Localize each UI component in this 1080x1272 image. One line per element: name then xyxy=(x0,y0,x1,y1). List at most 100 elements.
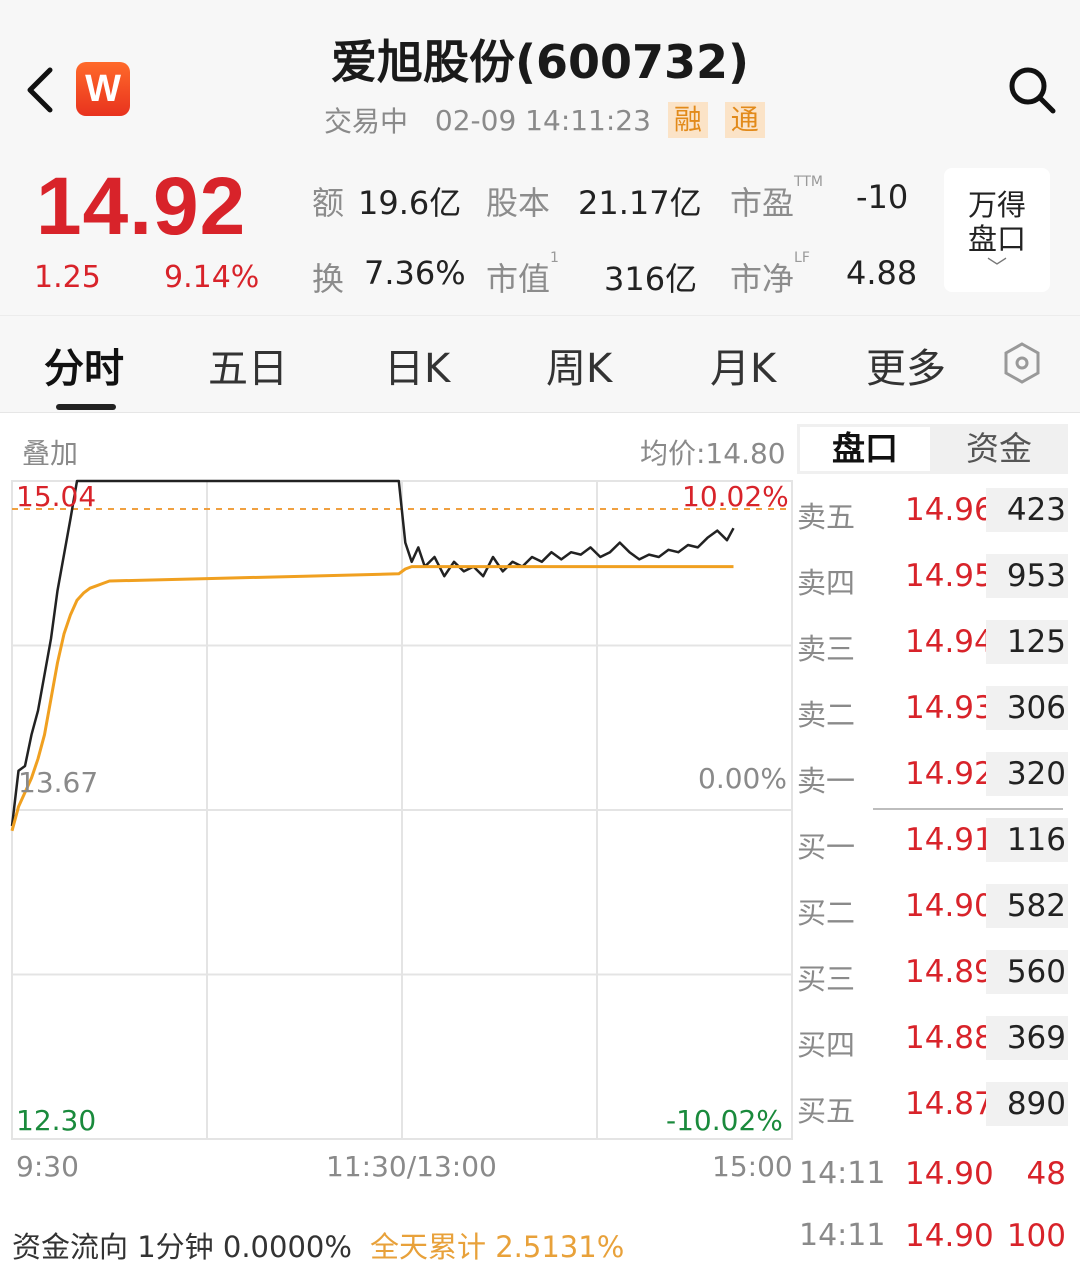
pct-axis-top: 10.02% xyxy=(682,480,789,513)
bid-row: 买一 14.91 116 xyxy=(797,816,1072,866)
time-axis-open: 9:30 xyxy=(16,1150,79,1183)
back-arrow-icon[interactable] xyxy=(22,62,62,118)
bid-label: 买二 xyxy=(797,896,856,930)
tick-row: 14:11 14.90 100 xyxy=(797,1212,1072,1262)
bid-row: 买三 14.89 560 xyxy=(797,948,1072,998)
settings-hexagon-icon[interactable] xyxy=(1000,338,1044,388)
trade-status: 交易中 xyxy=(324,105,409,138)
ask-row: 卖一 14.92 320 xyxy=(797,750,1072,800)
price-axis-mid: 13.67 xyxy=(18,766,99,799)
ask-price: 14.96 xyxy=(905,492,994,528)
ask-label: 卖三 xyxy=(797,632,856,666)
stat-label-pb-text: 市净 xyxy=(730,260,795,298)
ask-volume: 306 xyxy=(986,686,1068,730)
tab-intraday[interactable]: 分时 xyxy=(44,336,124,394)
pct-axis-mid: 0.00% xyxy=(698,762,787,795)
search-icon[interactable] xyxy=(1006,64,1058,116)
capital-flow-text: 资金流向 1分钟 0.0000% xyxy=(12,1230,352,1264)
bid-price: 14.90 xyxy=(905,888,994,924)
tick-price: 14.90 xyxy=(905,1218,994,1254)
bid-volume: 560 xyxy=(986,950,1068,994)
ask-volume: 125 xyxy=(986,620,1068,664)
ask-label: 卖一 xyxy=(797,764,856,798)
active-tab-indicator xyxy=(56,404,116,410)
bid-row: 买五 14.87 890 xyxy=(797,1080,1072,1130)
bid-row: 买四 14.88 369 xyxy=(797,1014,1072,1064)
tick-time: 14:11 xyxy=(799,1218,886,1253)
price-line xyxy=(10,479,735,827)
tab-daily-k[interactable]: 日K xyxy=(384,336,450,394)
price-change-pct: 9.14% xyxy=(164,260,260,295)
chevron-down-icon: ﹀ xyxy=(987,255,1007,279)
intraday-chart[interactable] xyxy=(0,415,795,1215)
stat-sup-lf: LF xyxy=(794,250,810,266)
margin-tag: 融 xyxy=(667,102,708,138)
time-axis-noon: 11:30/13:00 xyxy=(326,1150,497,1183)
tab-more[interactable]: 更多 xyxy=(866,336,946,394)
tab-orderbook[interactable]: 盘口 xyxy=(800,427,930,471)
stat-value-mktcap: 316亿 xyxy=(604,260,698,298)
stat-label-shares: 股本 xyxy=(486,184,551,222)
ask-label: 卖二 xyxy=(797,698,856,732)
trade-datetime: 02-09 14:11:23 xyxy=(434,103,651,137)
avg-price-label: 均价:14.80 xyxy=(640,437,786,470)
wind-button-line2: 盘口 xyxy=(967,222,1026,256)
tab-monthly-k[interactable]: 月K xyxy=(710,336,776,394)
avg-price-line xyxy=(10,565,734,832)
capital-flow-total: 全天累计 2.5131% xyxy=(370,1230,625,1264)
connect-tag: 通 xyxy=(724,102,765,138)
tick-volume: 48 xyxy=(1026,1156,1066,1192)
tab-weekly-k[interactable]: 周K xyxy=(546,336,612,394)
tab-capital[interactable]: 资金 xyxy=(932,427,1066,471)
stat-value-pb: 4.88 xyxy=(846,254,918,292)
stat-label-mktcap-text: 市值 xyxy=(486,260,551,298)
ask-volume: 320 xyxy=(986,752,1068,796)
stat-sup-mktcap: 1 xyxy=(550,250,559,266)
stat-value-amount: 19.6亿 xyxy=(358,184,462,222)
ask-volume: 953 xyxy=(986,554,1068,598)
stat-label-pb: 市净LF xyxy=(730,250,810,300)
last-price: 14.92 xyxy=(36,161,247,252)
bid-label: 买三 xyxy=(797,962,856,996)
tick-price: 14.90 xyxy=(905,1156,994,1192)
bid-volume: 369 xyxy=(986,1016,1068,1060)
ask-price: 14.92 xyxy=(905,756,994,792)
bid-volume: 582 xyxy=(986,884,1068,928)
ask-price: 14.93 xyxy=(905,690,994,726)
ask-price: 14.94 xyxy=(905,624,994,660)
time-axis-close: 15:00 xyxy=(712,1150,793,1183)
price-axis-top: 15.04 xyxy=(16,480,97,513)
stat-label-pe: 市盈TTM xyxy=(730,174,823,224)
tab-five-day[interactable]: 五日 xyxy=(208,336,288,394)
pct-axis-bottom: -10.02% xyxy=(666,1104,783,1137)
chart-lines xyxy=(10,479,735,832)
bid-price: 14.91 xyxy=(905,822,994,858)
ask-label: 卖五 xyxy=(797,500,856,534)
bid-volume: 890 xyxy=(986,1082,1068,1126)
app-logo-icon[interactable]: W xyxy=(76,62,130,116)
ask-row: 卖二 14.93 306 xyxy=(797,684,1072,734)
ask-row: 卖四 14.95 953 xyxy=(797,552,1072,602)
price-axis-bottom: 12.30 xyxy=(16,1104,97,1137)
overlay-label[interactable]: 叠加 xyxy=(22,432,78,472)
orderbook-divider xyxy=(873,808,1063,810)
ask-volume: 423 xyxy=(986,488,1068,532)
bid-row: 买二 14.90 582 xyxy=(797,882,1072,932)
bid-label: 买一 xyxy=(797,830,856,864)
page-title: 爱旭股份(600732) xyxy=(330,35,750,89)
ask-row: 卖三 14.94 125 xyxy=(797,618,1072,668)
tick-volume: 100 xyxy=(1006,1218,1066,1254)
stat-label-pe-text: 市盈 xyxy=(730,184,795,222)
bid-volume: 116 xyxy=(986,818,1068,862)
bid-price: 14.89 xyxy=(905,954,994,990)
bid-price: 14.87 xyxy=(905,1086,994,1122)
stat-label-turnover: 换 xyxy=(312,260,345,298)
wind-orderbook-button[interactable]: 万得 盘口 ﹀ xyxy=(944,168,1050,292)
ask-price: 14.95 xyxy=(905,558,994,594)
price-change: 1.25 xyxy=(34,260,101,295)
stat-label-amount: 额 xyxy=(312,184,345,222)
ask-label: 卖四 xyxy=(797,566,856,600)
bid-label: 买五 xyxy=(797,1094,856,1128)
stat-label-mktcap: 市值1 xyxy=(486,250,559,300)
trade-status-line: 交易中 02-09 14:11:23 融 通 xyxy=(324,100,765,140)
